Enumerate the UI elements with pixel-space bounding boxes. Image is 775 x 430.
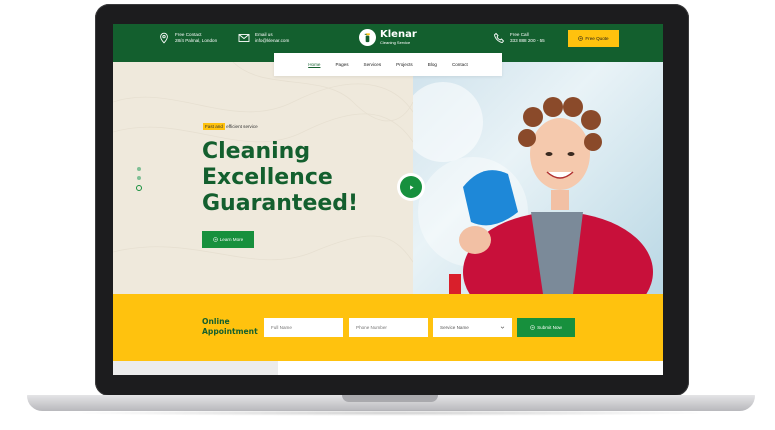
hero-title-line: Excellence <box>202 165 333 190</box>
learn-more-label: Learn More <box>219 237 244 242</box>
hero-badge: Fast and efficient service <box>203 123 258 130</box>
arrow-circle-icon <box>578 36 584 41</box>
email-info[interactable]: Email us info@klenar.com <box>238 32 289 44</box>
slider-dot-active[interactable] <box>136 185 142 191</box>
appointment-title-line: Online <box>202 317 230 326</box>
website-screen: Free Contact 28/4 Palmal, London Email u… <box>113 24 663 375</box>
hero-title-line: Guaranteed! <box>202 191 359 216</box>
cleaning-woman-photo <box>413 82 653 294</box>
arrow-circle-icon <box>213 237 218 242</box>
hero-title: Cleaning Excellence Guaranteed! <box>202 139 402 217</box>
brand-name: Klenar <box>380 29 417 40</box>
nav-contact[interactable]: Contact <box>452 62 468 67</box>
badge-highlight: Fast and <box>203 123 225 130</box>
play-icon <box>409 184 414 190</box>
slider-dot[interactable] <box>137 167 141 171</box>
nav-pages[interactable]: Pages <box>335 62 348 67</box>
nav-blog[interactable]: Blog <box>428 62 437 67</box>
submit-now-label: Submit Now <box>537 325 562 330</box>
spray-bottle-icon <box>359 29 376 46</box>
nav-services[interactable]: Services <box>364 62 382 67</box>
learn-more-button[interactable]: Learn More <box>202 231 254 248</box>
laptop-shadow <box>60 410 720 416</box>
arrow-circle-icon <box>530 325 535 330</box>
call-info[interactable]: Free Call 333 888 200 - 55 <box>493 32 545 44</box>
service-select-value: Service Name <box>440 325 469 330</box>
email-value: info@klenar.com <box>255 38 290 43</box>
nav-home[interactable]: Home <box>308 62 320 67</box>
free-quote-button[interactable]: Free Quote <box>568 30 619 47</box>
call-value: 333 888 200 - 55 <box>510 38 545 43</box>
contact-value: 28/4 Palmal, London <box>175 38 218 43</box>
appointment-title: Online Appointment <box>202 317 258 337</box>
location-pin-icon <box>160 32 168 44</box>
video-play-button[interactable] <box>397 173 425 201</box>
phone-icon <box>494 32 505 43</box>
laptop-notch <box>342 395 438 402</box>
hero-image <box>413 62 663 294</box>
hero-title-line: Cleaning <box>202 139 311 164</box>
full-name-input[interactable] <box>264 318 343 337</box>
appointment-title-line: Appointment <box>202 327 258 336</box>
badge-text: efficient service <box>224 124 258 129</box>
envelope-icon <box>238 34 250 42</box>
next-section-panel <box>113 361 278 375</box>
brand-tagline: Cleaning Service <box>380 40 411 45</box>
slider-dot[interactable] <box>137 176 141 180</box>
free-quote-label: Free Quote <box>585 36 609 41</box>
slider-dots <box>136 167 142 191</box>
contact-info: Free Contact 28/4 Palmal, London <box>158 32 217 44</box>
service-name-select[interactable]: Service Name <box>433 318 512 337</box>
brand-logo[interactable]: Klenar Cleaning Service <box>359 29 417 46</box>
phone-number-input[interactable] <box>349 318 428 337</box>
submit-now-button[interactable]: Submit Now <box>517 318 575 337</box>
main-nav: Home Pages Services Projects Blog Contac… <box>274 53 502 76</box>
nav-projects[interactable]: Projects <box>396 62 413 67</box>
chevron-down-icon <box>500 326 505 329</box>
